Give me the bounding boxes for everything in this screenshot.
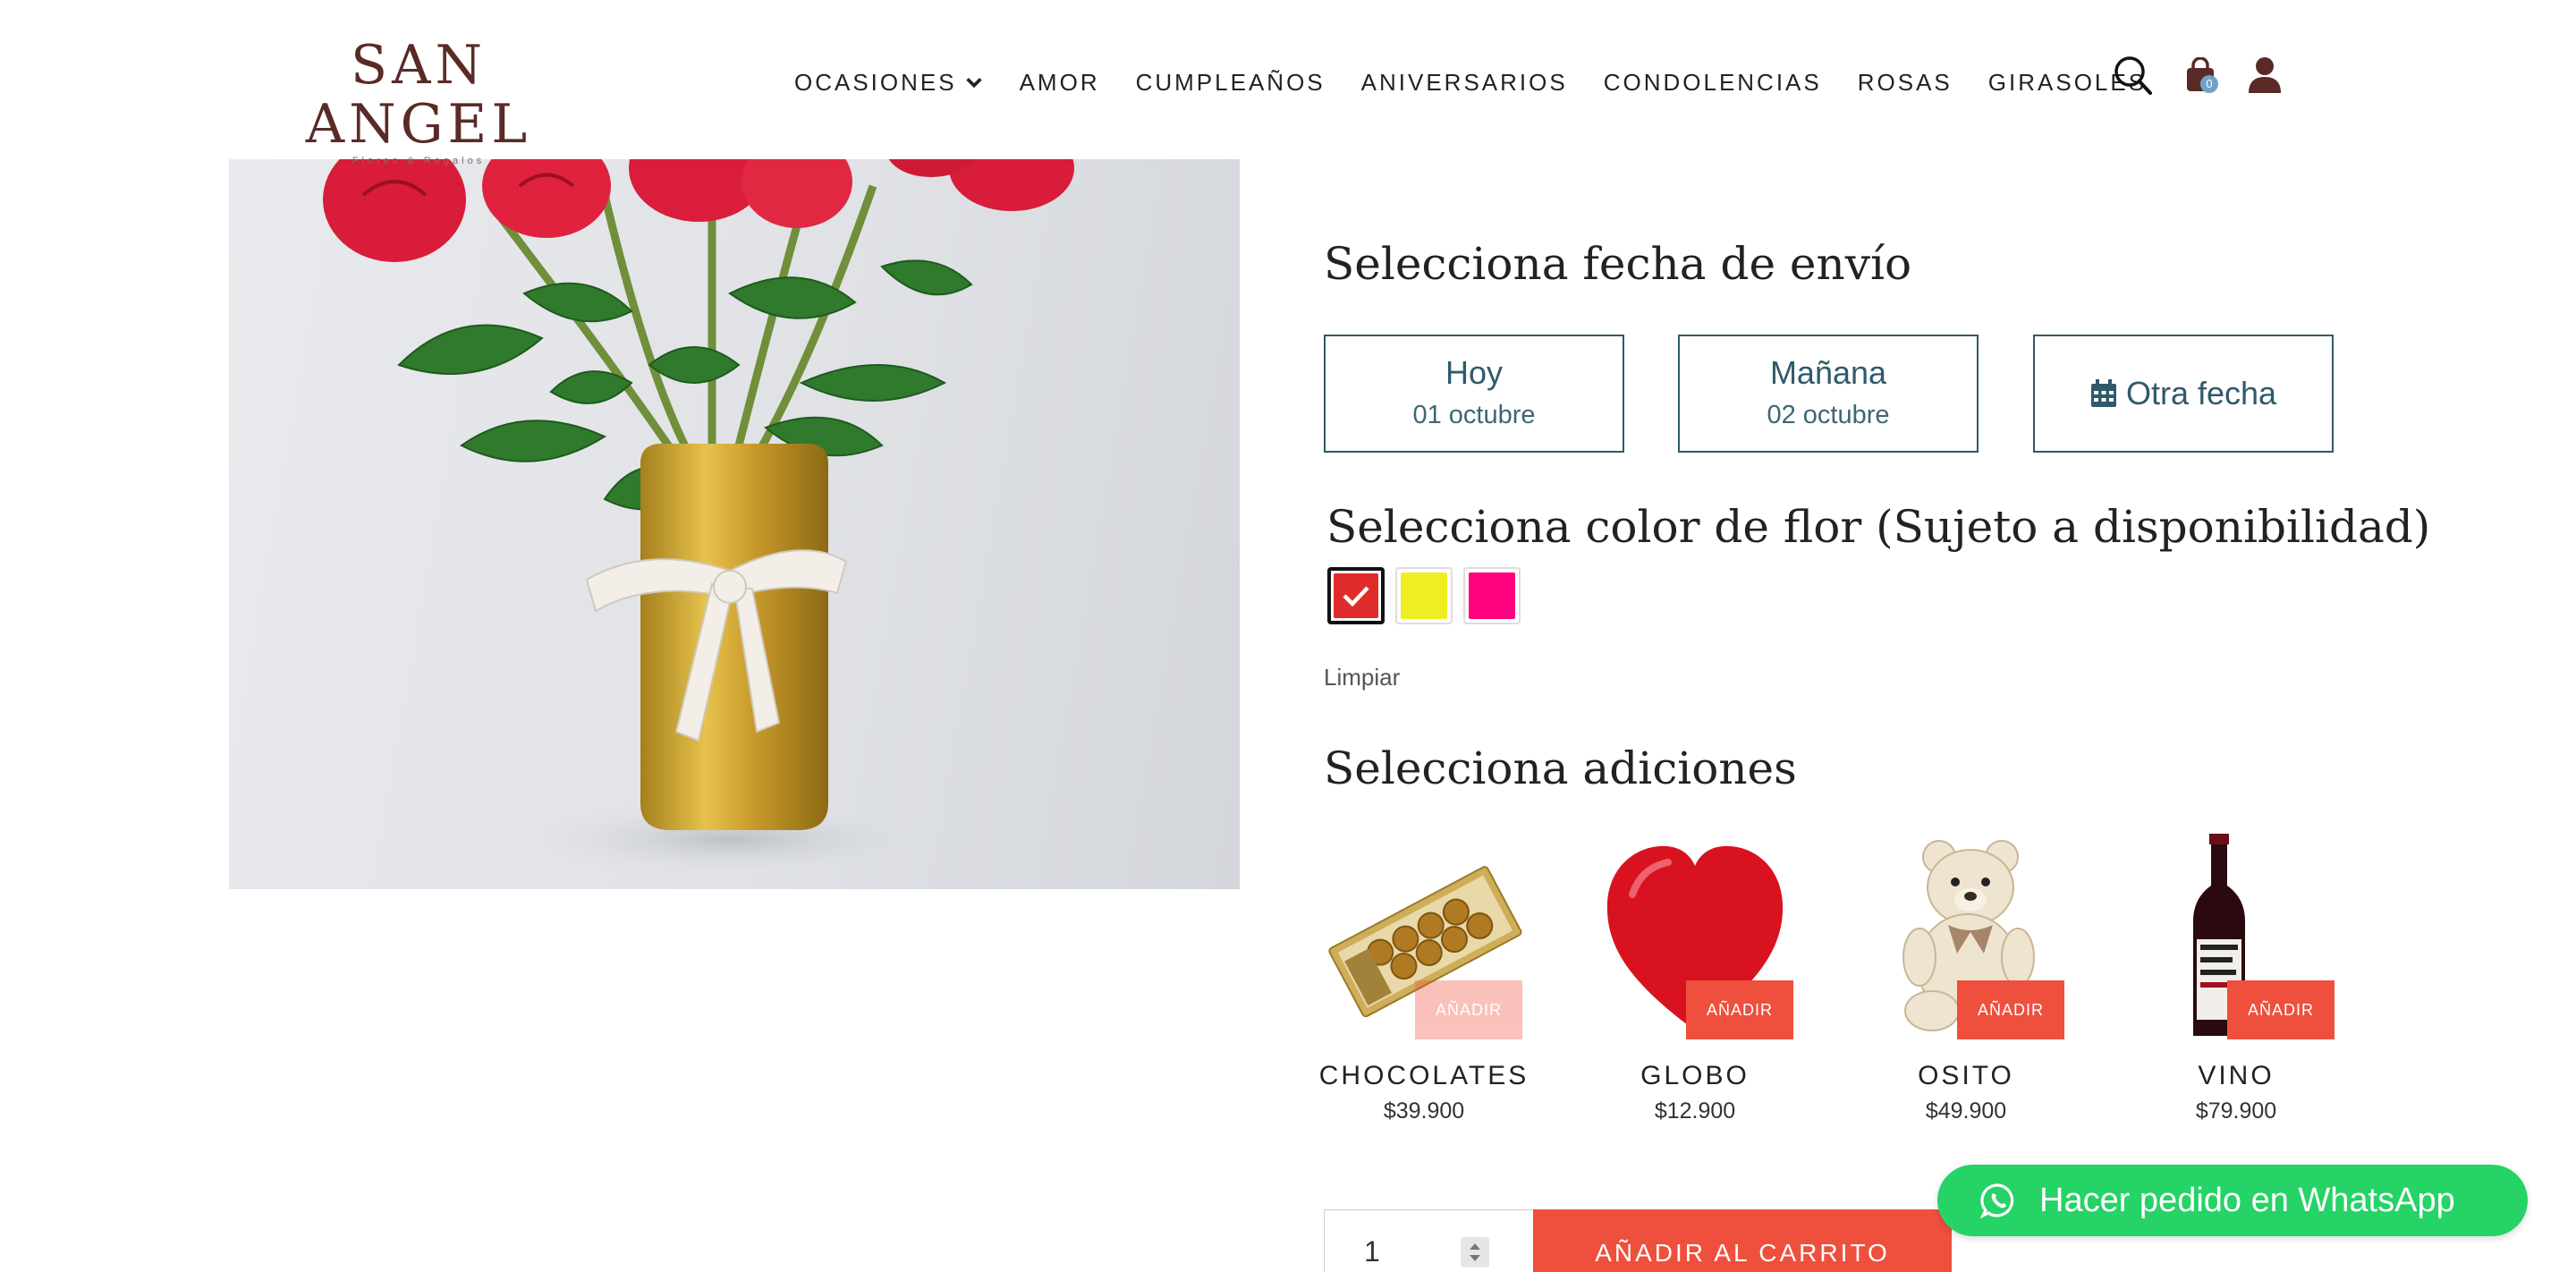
delivery-date-heading: Selecciona fecha de envío — [1324, 238, 1912, 290]
color-swatch-red[interactable] — [1327, 567, 1385, 624]
swatch-fill — [1401, 572, 1447, 619]
addon-card-globo: AÑADIR GLOBO $12.900 — [1597, 832, 1793, 1136]
add-vino-button[interactable]: AÑADIR — [2227, 980, 2334, 1039]
date-option-label: Hoy — [1445, 354, 1504, 391]
clear-selection-link[interactable]: Limpiar — [1324, 664, 1400, 691]
addon-name: CHOCOLATES — [1318, 1061, 1530, 1090]
quantity-value: 1 — [1364, 1235, 1380, 1268]
add-chocolates-button[interactable]: AÑADIR — [1415, 980, 1522, 1039]
rose-vase-illustration — [323, 159, 1074, 877]
brand-tagline: Flores & Regalos — [352, 156, 486, 166]
spinner-arrows-icon — [1470, 1243, 1480, 1261]
swatch-fill — [1334, 573, 1378, 618]
product-image — [229, 159, 1240, 889]
addon-price: $12.900 — [1654, 1098, 1736, 1124]
quantity-spinner[interactable] — [1461, 1237, 1489, 1268]
date-option-other[interactable]: Otra fecha — [2033, 335, 2334, 453]
search-icon[interactable] — [2113, 54, 2152, 97]
whatsapp-order-button[interactable]: Hacer pedido en WhatsApp — [1937, 1165, 2528, 1236]
addon-name: OSITO — [1918, 1061, 2014, 1090]
flower-color-heading: Selecciona color de flor (Sujeto a dispo… — [1326, 501, 2431, 553]
nav-item-rosas[interactable]: ROSAS — [1858, 69, 1953, 97]
date-option-tomorrow[interactable]: Mañana 02 octubre — [1678, 335, 1979, 453]
addon-card-chocolates: AÑADIR CHOCOLATES $39.900 — [1319, 832, 1526, 1136]
date-option-label: Mañana — [1769, 354, 1887, 391]
brand-name: SAN ANGEL — [305, 34, 532, 156]
color-swatch-yellow[interactable] — [1395, 567, 1453, 624]
nav-item-ocasiones[interactable]: OCASIONES — [794, 69, 984, 97]
site-header: SAN ANGEL Flores & Regalos OCASIONES AMO… — [0, 0, 2576, 166]
addon-price: $39.900 — [1383, 1098, 1465, 1124]
date-option-today[interactable]: Hoy 01 octubre — [1324, 335, 1624, 453]
add-osito-button[interactable]: AÑADIR — [1957, 980, 2064, 1039]
brand-logo[interactable]: SAN ANGEL Flores & Regalos — [267, 36, 571, 166]
add-globo-button[interactable]: AÑADIR — [1686, 980, 1793, 1039]
add-to-cart-button[interactable]: AÑADIR AL CARRITO — [1533, 1209, 1952, 1272]
addons-heading: Selecciona adiciones — [1324, 742, 1797, 794]
chevron-down-icon — [965, 78, 982, 89]
nav-item-amor[interactable]: AMOR — [1020, 69, 1100, 97]
addon-price: $49.900 — [1925, 1098, 2007, 1124]
main-nav: OCASIONES AMOR CUMPLEAÑOS ANIVERSARIOS C… — [794, 64, 2147, 100]
whatsapp-button-label: Hacer pedido en WhatsApp — [2039, 1181, 2455, 1219]
nav-item-cumpleanos[interactable]: CUMPLEAÑOS — [1136, 69, 1326, 97]
quantity-stepper[interactable]: 1 — [1324, 1209, 1533, 1272]
nav-item-condolencias[interactable]: CONDOLENCIAS — [1604, 69, 1822, 97]
addon-price: $79.900 — [2195, 1098, 2277, 1124]
nav-item-aniversarios[interactable]: ANIVERSARIOS — [1361, 69, 1568, 97]
addon-name: GLOBO — [1640, 1061, 1750, 1090]
date-option-date: 01 octubre — [1412, 401, 1536, 429]
swatch-fill — [1469, 572, 1515, 619]
color-swatch-pink[interactable] — [1463, 567, 1521, 624]
user-icon[interactable] — [2245, 54, 2284, 97]
addon-card-osito: AÑADIR OSITO $49.900 — [1868, 832, 2064, 1136]
calendar-icon — [2090, 379, 2116, 407]
addon-card-vino: AÑADIR VINO $79.900 — [2138, 832, 2334, 1136]
nav-item-label: OCASIONES — [794, 68, 957, 96]
check-icon — [1343, 586, 1369, 607]
whatsapp-icon — [1980, 1183, 2014, 1218]
addon-name: VINO — [2198, 1061, 2275, 1090]
date-option-label: Otra fecha — [2125, 375, 2277, 411]
cart-button[interactable]: 0 — [2182, 54, 2222, 97]
date-option-date: 02 octubre — [1767, 401, 1890, 429]
cart-count-badge: 0 — [2200, 75, 2218, 93]
